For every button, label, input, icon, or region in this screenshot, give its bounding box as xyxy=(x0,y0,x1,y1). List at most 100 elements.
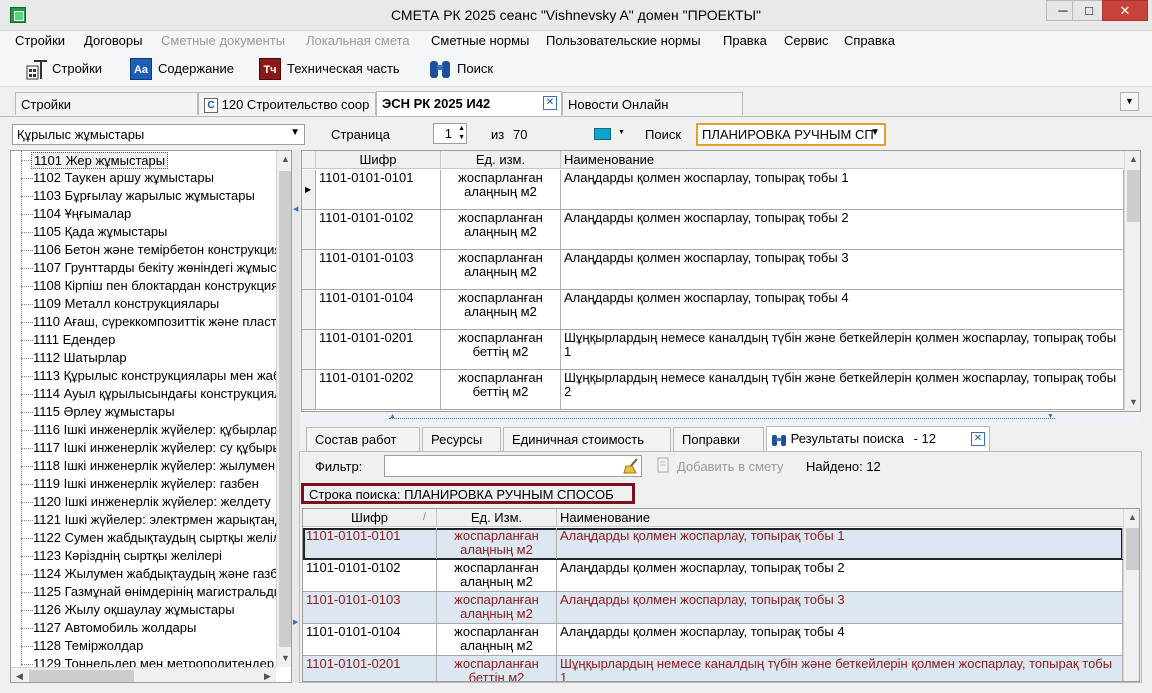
norm-row[interactable]: 1101-0101-0102 жоспарланған алаңның м2 Ала… xyxy=(302,210,1124,250)
results-vertical-scrollbar[interactable]: ▲ xyxy=(1123,509,1139,681)
title-bar: СМЕТА РК 2025 сеанс "Vishnevsky A" домен… xyxy=(0,0,1152,31)
scroll-left-icon[interactable]: ◀ xyxy=(11,668,28,682)
result-row[interactable]: 1101-0101-0101 жоспарланған алаңның м2 Ала… xyxy=(303,528,1123,560)
tree-horizontal-scrollbar[interactable]: ◀ ▶ xyxy=(11,667,276,682)
add-to-estimate-button[interactable]: Добавить в смету xyxy=(677,459,783,474)
stepper-arrows-icon[interactable]: ▲ ▼ xyxy=(458,124,465,142)
menu-servis[interactable]: Сервис xyxy=(784,33,829,48)
tree-vertical-scrollbar[interactable]: ▲ ▼ xyxy=(276,151,291,667)
page-of-label: из xyxy=(491,127,505,142)
search-toolbar-button[interactable]: Поиск xyxy=(428,55,508,83)
splitter-down-icon[interactable]: ▼ xyxy=(1047,413,1054,420)
stroyki-toolbar-button[interactable]: Стройки xyxy=(22,55,132,83)
norm-row[interactable]: ▶ 1101-0101-0101 жоспарланған алаңның м2 Ал… xyxy=(302,170,1124,210)
menu-spravka[interactable]: Справка xyxy=(844,33,895,48)
tree-item-label: 1102 Таукен аршу жұмыстары xyxy=(33,170,214,185)
menu-lokalnaya-smeta[interactable]: Локальная смета xyxy=(306,33,410,48)
scroll-up-icon[interactable]: ▲ xyxy=(1125,151,1140,168)
tab-popravki[interactable]: Поправки xyxy=(673,427,764,451)
tab-stroyki[interactable]: Стройки xyxy=(15,92,198,115)
norms-vertical-scrollbar[interactable]: ▲ ▼ xyxy=(1124,151,1140,411)
tab-project-label: 120 Строительство соор xyxy=(221,97,370,112)
tree-scroll-thumb[interactable] xyxy=(279,171,291,647)
norm-name: Алаңдарды қолмен жоспарлау, топырақ тобы… xyxy=(561,170,1124,209)
category-select[interactable]: Құрылыс жұмыстары ▼ xyxy=(12,124,305,145)
norms-scroll-thumb[interactable] xyxy=(1127,170,1140,222)
page-stepper[interactable]: 1 ▲ ▼ xyxy=(433,123,467,144)
chevron-down-icon: ▼ xyxy=(618,129,625,136)
horizontal-splitter[interactable]: ▲ ▼ xyxy=(301,413,1141,425)
tab-news[interactable]: Новости Онлайн xyxy=(562,92,743,115)
menu-stroyki[interactable]: Стройки xyxy=(15,33,65,48)
soderzhanie-toolbar-button[interactable]: Aa Содержание xyxy=(130,55,250,83)
results-scroll-thumb[interactable] xyxy=(1126,528,1139,570)
maximize-button[interactable]: □ xyxy=(1072,0,1106,21)
close-button[interactable]: ✕ xyxy=(1102,0,1148,21)
splitter-left-icon[interactable]: ◀ xyxy=(293,205,298,213)
scroll-up-icon[interactable]: ▲ xyxy=(1124,509,1139,526)
tab-edinichnaya-stoimost[interactable]: Единичная стоимость xyxy=(503,427,671,451)
col-header-name[interactable]: Наименование xyxy=(561,151,1125,169)
results-grid: Шифр / Ед. Изм. Наименование 1101-0101-0… xyxy=(302,508,1140,682)
result-row[interactable]: 1101-0101-0102 жоспарланған алаңның м2 Ала… xyxy=(303,560,1123,592)
scroll-up-icon[interactable]: ▲ xyxy=(277,151,291,168)
tab-resursy[interactable]: Ресурсы xyxy=(422,427,501,451)
results-col-header-code-label: Шифр xyxy=(350,510,389,525)
row-indicator xyxy=(302,210,316,249)
search-combo[interactable]: ПЛАНИРОВКА РУЧНЫМ СП ▼ xyxy=(696,123,886,146)
norm-code: 1101-0101-0101 xyxy=(316,170,441,209)
norm-row[interactable]: 1101-0101-0103 жоспарланған алаңның м2 Ала… xyxy=(302,250,1124,290)
tree-item-label: 1104 Ұңғымалар xyxy=(33,206,132,221)
results-col-header-code[interactable]: Шифр / xyxy=(303,509,437,527)
menu-dogovory[interactable]: Договоры xyxy=(84,33,142,48)
tech-part-toolbar-button[interactable]: Тч Техническая часть xyxy=(259,55,419,83)
scroll-down-icon[interactable]: ▼ xyxy=(1125,394,1140,411)
result-name: Алаңдарды қолмен жоспарлау, топырақ тобы… xyxy=(557,528,1123,559)
building-crane-icon xyxy=(26,60,47,80)
norm-row[interactable]: 1101-0101-0104 жоспарланған алаңның м2 Ала… xyxy=(302,290,1124,330)
document-add-icon[interactable] xyxy=(657,457,671,474)
tab-search-results[interactable]: Результаты поиска - 12 ✕ xyxy=(766,426,990,452)
scroll-down-icon[interactable]: ▼ xyxy=(277,650,291,667)
splitter-right-icon[interactable]: ▶ xyxy=(293,618,298,626)
tab-sostav-rabot[interactable]: Состав работ xyxy=(306,427,420,451)
norm-code: 1101-0101-0104 xyxy=(316,290,441,329)
splitter-up-icon[interactable]: ▲ xyxy=(389,413,396,420)
tree-item-label: 1120 Ішкі инженерлік жүйелер: желдету xyxy=(33,494,271,509)
tab-project[interactable]: С 120 Строительство соор xyxy=(198,92,376,115)
result-row[interactable]: 1101-0101-0104 жоспарланған алаңның м2 Ала… xyxy=(303,624,1123,656)
tab-esn[interactable]: ЭСН РК 2025 И42 ✕ xyxy=(376,91,562,116)
filter-input[interactable] xyxy=(384,455,642,477)
menu-polzovatelskie-normy[interactable]: Пользовательские нормы xyxy=(546,33,701,48)
result-name: Алаңдарды қолмен жоспарлау, топырақ тобы… xyxy=(557,560,1123,591)
norm-row[interactable]: 1101-0101-0201 жоспарланған беттің м2 Шұңқ… xyxy=(302,330,1124,370)
norm-row[interactable]: 1101-0101-0202 жоспарланған беттің м2 Шұңқ… xyxy=(302,370,1124,410)
results-grid-header: Шифр / Ед. Изм. Наименование xyxy=(303,509,1124,527)
result-unit: жоспарланған алаңның м2 xyxy=(437,528,557,559)
tree-hscroll-thumb[interactable] xyxy=(29,670,134,682)
results-col-header-unit[interactable]: Ед. Изм. xyxy=(437,509,557,527)
tree-item-label: 1107 Грунттарды бекіту жөніндегі жұмыста… xyxy=(33,260,292,275)
norm-unit: жоспарланған алаңның м2 xyxy=(441,250,561,289)
row-indicator xyxy=(302,330,316,369)
norm-name: Алаңдарды қолмен жоспарлау, топырақ тобы… xyxy=(561,250,1124,289)
page-label: Страница xyxy=(331,127,390,142)
tabs-dropdown-button[interactable]: ▼ xyxy=(1120,92,1139,111)
norms-grid: Шифр Ед. изм. Наименование ▶ 1101-0101-01… xyxy=(301,150,1141,412)
result-row[interactable]: 1101-0101-0201 жоспарланған беттің м2 Шұңқ… xyxy=(303,656,1123,681)
col-header-unit[interactable]: Ед. изм. xyxy=(441,151,561,169)
tab-close-icon[interactable]: ✕ xyxy=(971,432,985,446)
tab-close-icon[interactable]: ✕ xyxy=(543,96,557,110)
col-header-code[interactable]: Шифр xyxy=(316,151,441,169)
menu-smetnye-dokumenty[interactable]: Сметные документы xyxy=(161,33,285,48)
result-row[interactable]: 1101-0101-0103 жоспарланған алаңның м2 Ала… xyxy=(303,592,1123,624)
norm-name: Алаңдарды қолмен жоспарлау, топырақ тобы… xyxy=(561,290,1124,329)
norm-unit: жоспарланған беттің м2 xyxy=(441,330,561,369)
window-title: СМЕТА РК 2025 сеанс "Vishnevsky A" домен… xyxy=(390,7,762,23)
flag-dropdown[interactable]: ▼ xyxy=(590,125,630,145)
scroll-right-icon[interactable]: ▶ xyxy=(259,668,276,682)
menu-pravka[interactable]: Правка xyxy=(723,33,767,48)
menu-smetnye-normy[interactable]: Сметные нормы xyxy=(431,33,529,48)
broom-icon[interactable] xyxy=(623,458,639,474)
results-col-header-name[interactable]: Наименование xyxy=(557,509,1124,527)
